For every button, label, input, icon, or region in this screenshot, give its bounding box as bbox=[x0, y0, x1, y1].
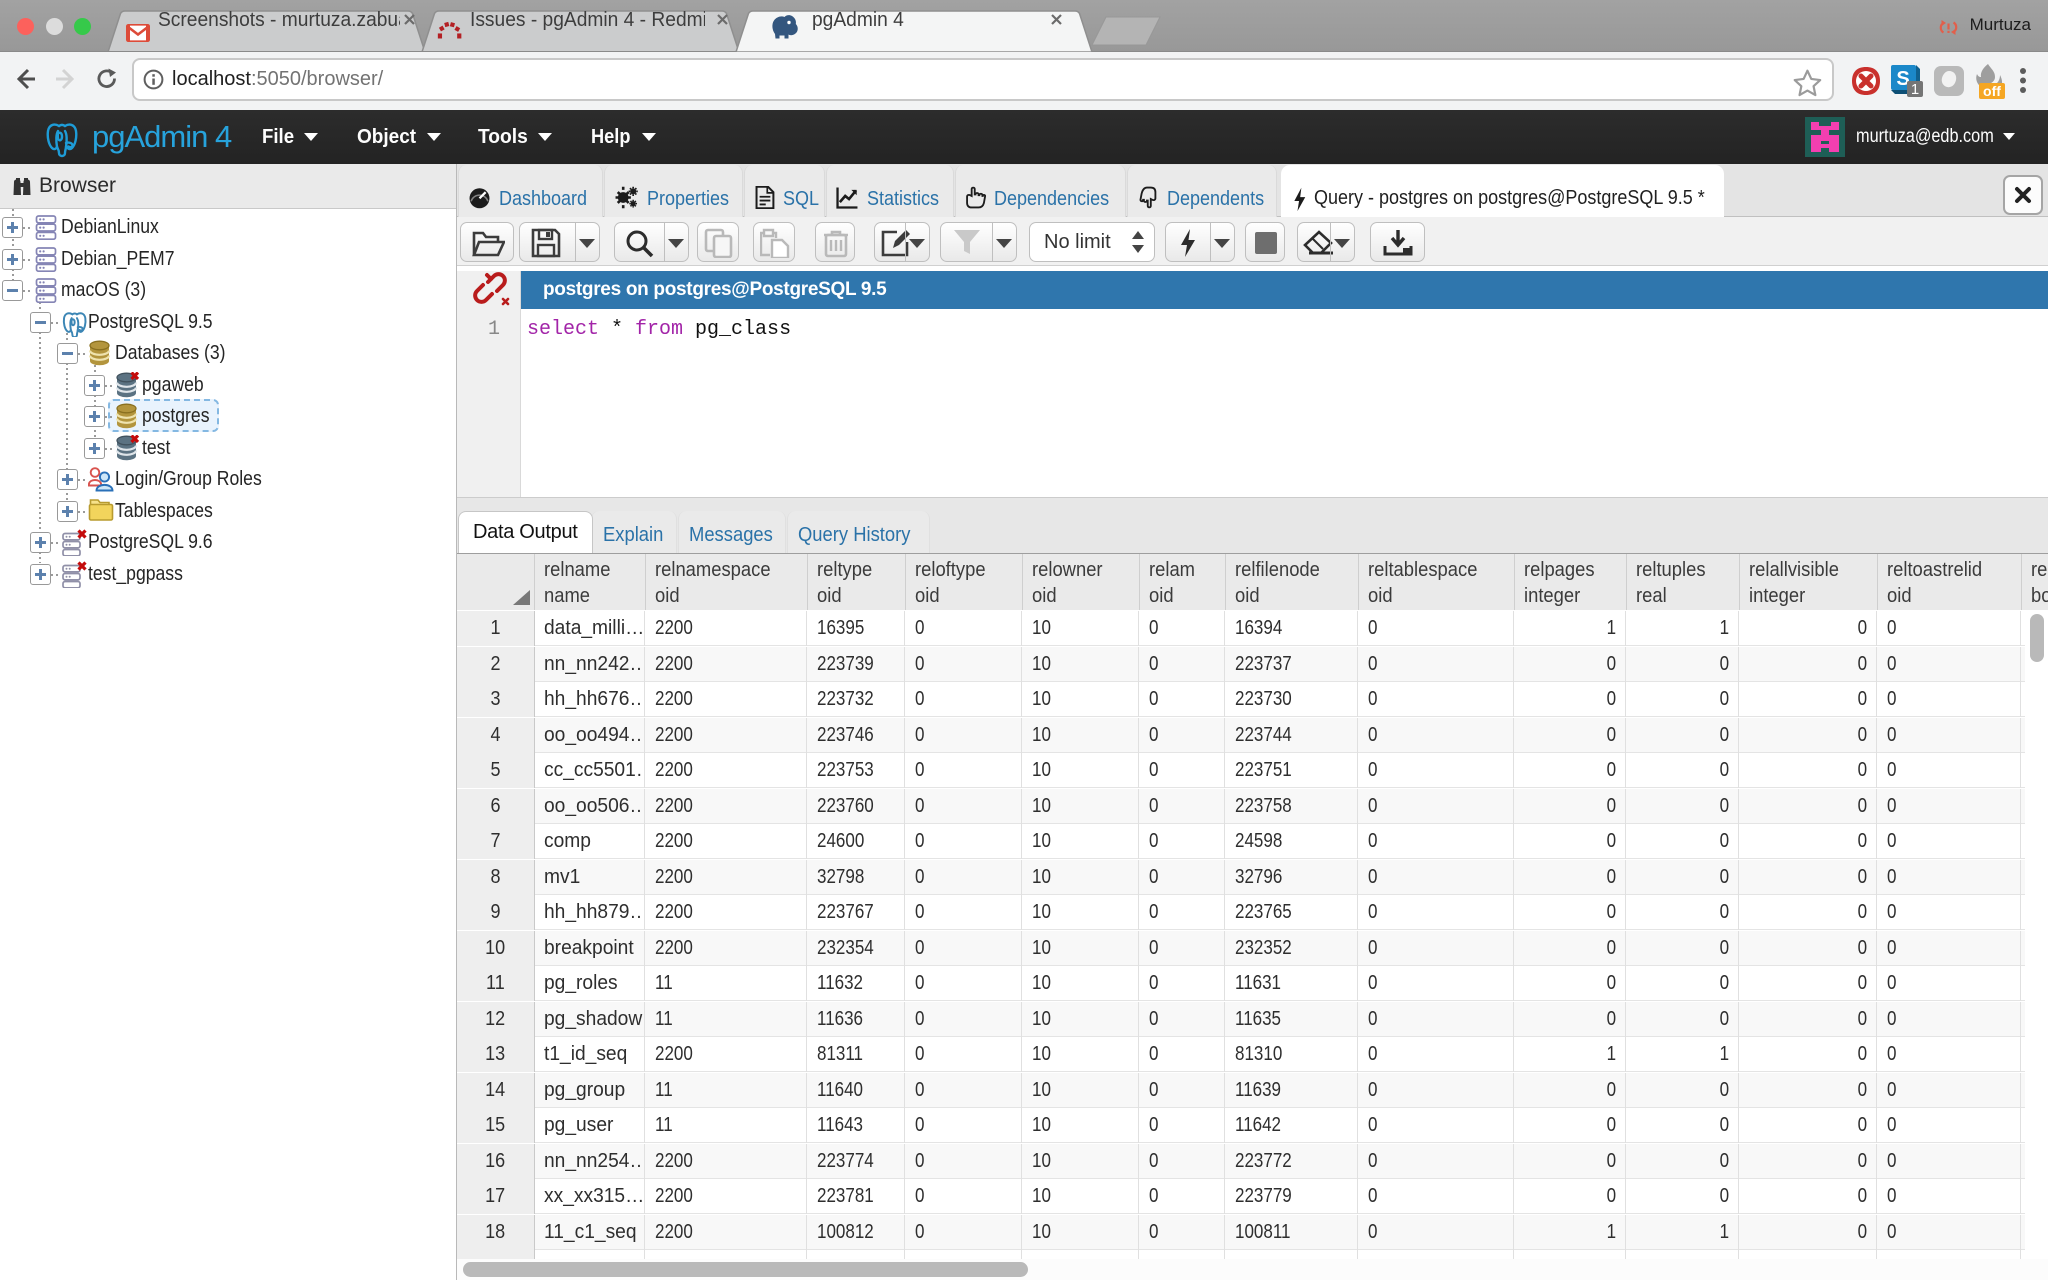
svg-text:1: 1 bbox=[1911, 81, 1919, 98]
svg-text:off: off bbox=[1983, 83, 2001, 99]
